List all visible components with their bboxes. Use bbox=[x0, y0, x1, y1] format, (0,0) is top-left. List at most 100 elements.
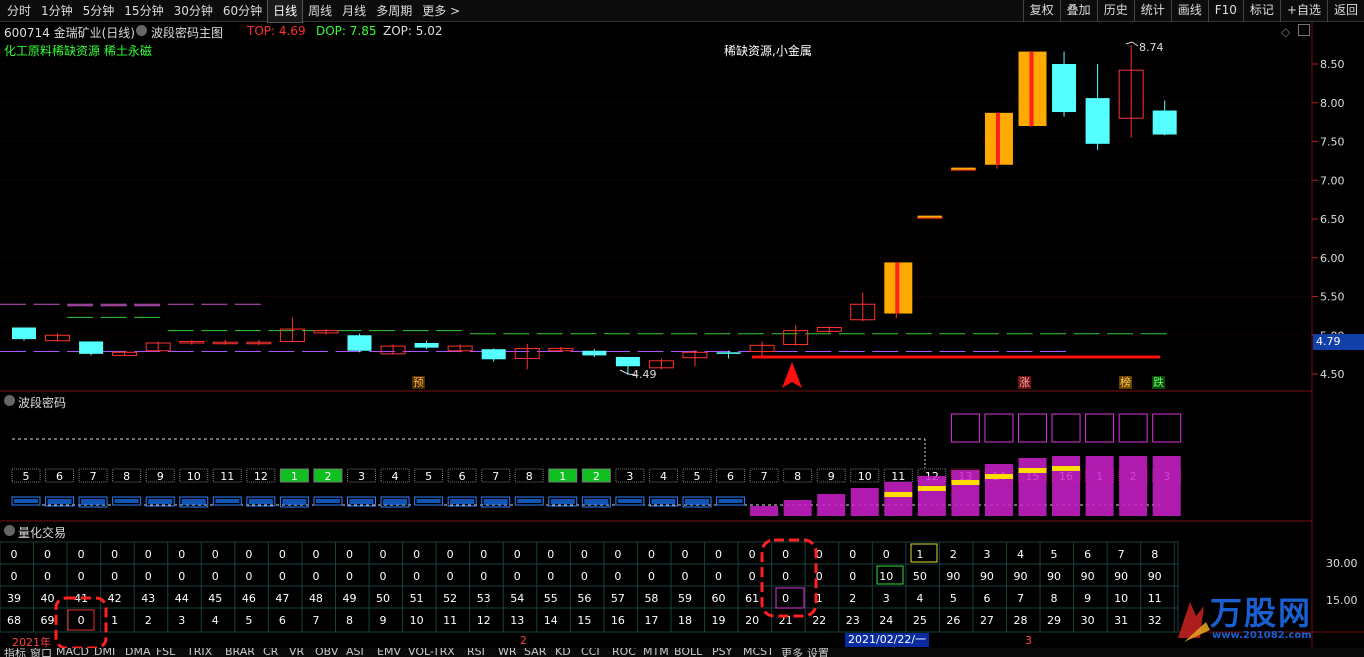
quant-cell: 90 bbox=[1081, 570, 1095, 583]
quant-cell: 10 bbox=[1114, 592, 1128, 605]
wave-bar-magenta bbox=[1085, 456, 1114, 516]
wave-bar-fill bbox=[517, 499, 542, 503]
quant-cell: 2 bbox=[145, 614, 152, 627]
magenta-box bbox=[1118, 413, 1148, 443]
quant-cell: 68 bbox=[7, 614, 21, 627]
wave-bar-fill bbox=[718, 499, 743, 503]
quant-cell: 0 bbox=[749, 570, 756, 583]
watermark-logo: 万股网 www.201082.com bbox=[1170, 582, 1330, 648]
indicator-tab[interactable]: CR bbox=[263, 648, 278, 657]
indicator-tab[interactable]: WR bbox=[498, 648, 517, 657]
price-tick-label: 6.50 bbox=[1320, 213, 1345, 226]
high-price-label: 8.74 bbox=[1139, 41, 1164, 54]
candle-body bbox=[79, 341, 104, 354]
wave-bar-magenta bbox=[1119, 456, 1148, 516]
quant-cell: 0 bbox=[715, 570, 722, 583]
quant-cell: 0 bbox=[111, 548, 118, 561]
indicator-tab[interactable]: FSL bbox=[156, 648, 175, 657]
quant-cell: 11 bbox=[443, 614, 457, 627]
wave-count-label: 11 bbox=[891, 470, 905, 483]
quant-cell: 10 bbox=[410, 614, 424, 627]
candle bbox=[884, 262, 913, 319]
indicator-tab[interactable]: MACD bbox=[56, 648, 89, 657]
indicator-tab[interactable]: ASI bbox=[346, 648, 364, 657]
quant-cell: 0 bbox=[145, 548, 152, 561]
date-axis-month-3: 3 bbox=[1025, 634, 1032, 647]
indicator-tab[interactable]: BOLL bbox=[674, 648, 702, 657]
quant-highlight bbox=[775, 587, 805, 609]
quant-cell: 53 bbox=[477, 592, 491, 605]
indicator-tab[interactable]: ROC bbox=[612, 648, 636, 657]
quant-cell: 2 bbox=[849, 592, 856, 605]
quant-cell: 0 bbox=[682, 570, 689, 583]
current-price-tag: 4.79 bbox=[1313, 334, 1364, 350]
quant-cell: 0 bbox=[78, 570, 85, 583]
wave-bar-fill bbox=[282, 499, 307, 505]
quant-cell: 0 bbox=[715, 548, 722, 561]
candle bbox=[481, 348, 506, 362]
indicator-tab[interactable]: 更多 bbox=[781, 648, 803, 657]
quant-cell: 17 bbox=[644, 614, 658, 627]
candle-body bbox=[582, 350, 607, 356]
wave-bar-highlight bbox=[884, 492, 913, 497]
indicator-tab[interactable]: VOL-TRX bbox=[408, 648, 455, 657]
quant-cell: 15 bbox=[577, 614, 591, 627]
candlestick-chart[interactable]: 8.508.007.507.006.506.005.505.004.50 567… bbox=[0, 0, 1364, 657]
indicator-tab[interactable]: DMA bbox=[125, 648, 151, 657]
indicator-tab[interactable]: MTM bbox=[643, 648, 669, 657]
wave-count-label: 7 bbox=[90, 470, 97, 483]
indicator-tab[interactable]: 窗口 bbox=[30, 648, 52, 657]
indicator-tab[interactable]: CCI bbox=[581, 648, 600, 657]
quant-cell: 12 bbox=[477, 614, 491, 627]
quant-cell: 24 bbox=[879, 614, 893, 627]
quant-cell: 31 bbox=[1114, 614, 1128, 627]
indicator-tab[interactable]: DMI bbox=[94, 648, 115, 657]
candle-body bbox=[12, 327, 36, 340]
indicator-tab[interactable]: BRAR bbox=[225, 648, 255, 657]
quant-cell: 50 bbox=[913, 570, 927, 583]
marker-zhang: 涨 bbox=[1018, 376, 1031, 389]
candle bbox=[1118, 45, 1144, 138]
candle bbox=[414, 340, 439, 350]
indicator-tab[interactable]: SAR bbox=[524, 648, 546, 657]
panel3-axis-mid: 15.00 bbox=[1326, 594, 1358, 607]
magenta-box bbox=[1018, 413, 1047, 443]
quant-cell: 0 bbox=[648, 570, 655, 583]
indicator-tab[interactable]: 指标 bbox=[4, 648, 26, 657]
wave-bar-fill bbox=[148, 499, 173, 504]
indicator-tab[interactable]: EMV bbox=[377, 648, 401, 657]
quant-cell: 69 bbox=[41, 614, 55, 627]
quant-cell: 25 bbox=[913, 614, 927, 627]
watermark-url: www.201082.com bbox=[1212, 630, 1312, 641]
indicator-tab[interactable]: MCST bbox=[743, 648, 774, 657]
indicator-tab[interactable]: PSY bbox=[712, 648, 732, 657]
wave-bar-fill bbox=[181, 499, 206, 505]
wave-count-label: 4 bbox=[392, 470, 399, 483]
quant-cell: 0 bbox=[480, 548, 487, 561]
indicator-tab[interactable]: 设置 bbox=[807, 648, 829, 657]
quant-cell: 0 bbox=[212, 570, 219, 583]
quant-cell: 0 bbox=[413, 548, 420, 561]
indicator-tab[interactable]: OBV bbox=[315, 648, 338, 657]
panel2-dropdown-icon[interactable] bbox=[4, 395, 15, 406]
quant-cell: 48 bbox=[309, 592, 323, 605]
wave-count-label: 6 bbox=[56, 470, 63, 483]
candle-body bbox=[615, 356, 640, 367]
indicator-tab[interactable]: VR bbox=[289, 648, 304, 657]
wave-bar-fill bbox=[483, 499, 508, 505]
quant-cell: 3 bbox=[883, 592, 890, 605]
wave-bar-fill bbox=[584, 499, 609, 505]
panel3-dropdown-icon[interactable] bbox=[4, 525, 15, 536]
quant-cell: 0 bbox=[44, 548, 51, 561]
wave-bar-fill bbox=[617, 499, 642, 503]
indicator-tab[interactable]: KD bbox=[555, 648, 571, 657]
magenta-box bbox=[1051, 413, 1081, 443]
quant-cell: 58 bbox=[644, 592, 658, 605]
candle bbox=[380, 344, 406, 355]
wave-bar-highlight bbox=[1052, 466, 1081, 471]
indicator-tab[interactable]: TRIX bbox=[187, 648, 212, 657]
indicator-tab[interactable]: RSI bbox=[467, 648, 485, 657]
candle bbox=[12, 327, 36, 341]
quant-cell: 0 bbox=[849, 548, 856, 561]
quant-cell: 0 bbox=[782, 570, 789, 583]
